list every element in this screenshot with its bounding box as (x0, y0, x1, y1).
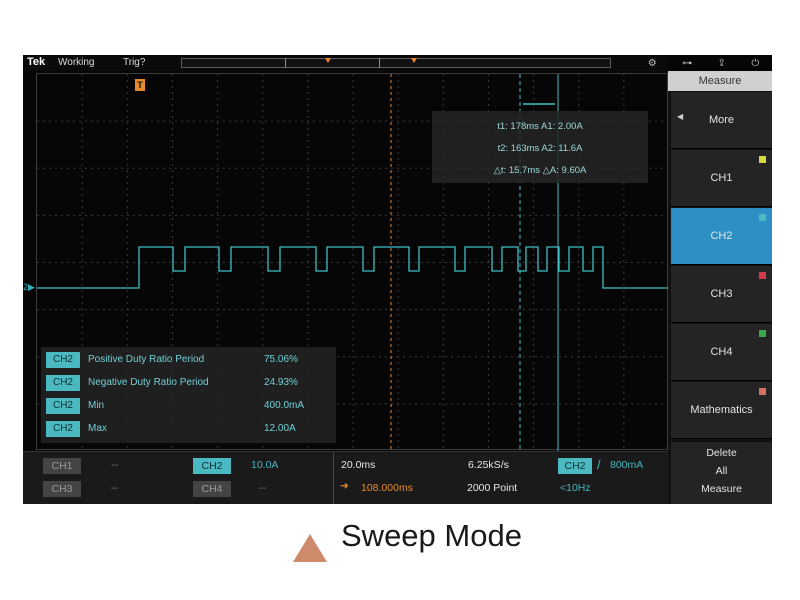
trigger-frequency: <10Hz (560, 482, 591, 494)
brand-logo: Tek (27, 56, 46, 68)
sample-rate: 6.25kS/s (468, 459, 509, 471)
memory-trigger-marker (325, 58, 331, 63)
record-length[interactable]: 2000 Point (467, 482, 517, 494)
ch3-scale: -- (111, 482, 118, 494)
softkey-label: Mathematics (690, 404, 753, 416)
delete-all-measure-button[interactable]: Delete All Measure (671, 442, 772, 504)
measurement-value: 12.00A (264, 423, 296, 434)
measurement-value: 75.06% (264, 354, 298, 365)
acquisition-status: Working (58, 57, 95, 68)
cursor-readout-line2: t2: 163ms A2: 11.6A (497, 143, 583, 154)
trigger-slope-icon: / (597, 457, 601, 472)
horizontal-position-icon: ➜ (340, 480, 349, 492)
ch3-badge[interactable]: CH3 (43, 481, 81, 497)
trigger-position-marker[interactable]: T (135, 79, 145, 91)
measurement-value: 400.0mA (264, 400, 305, 411)
measurement-name: Max (88, 423, 107, 434)
usb-icon[interactable]: ⇪ (718, 58, 726, 69)
ch1-color-indicator (759, 156, 766, 163)
softkey-label: CH3 (710, 288, 733, 300)
trigger-level[interactable]: 800mA (610, 459, 643, 471)
cursor-readout: t1: 178ms A1: 2.00A t2: 163ms A2: 11.6A … (432, 111, 648, 183)
ch2-scale: 10.0A (251, 459, 279, 471)
ch4-scale: -- (259, 482, 266, 494)
delete-label-line2: All (715, 465, 728, 477)
softkey-ch2[interactable]: CH2 (671, 208, 772, 265)
gear-icon[interactable]: ⚙ (648, 58, 657, 69)
cursor-readout-line3: △t: 15.7ms △A: 9.60A (493, 165, 587, 176)
triangle-icon (293, 534, 327, 562)
ch4-color-indicator (759, 330, 766, 337)
delete-label-line3: Measure (701, 483, 742, 495)
menu-title: Measure (668, 71, 772, 91)
ch3-color-indicator (759, 272, 766, 279)
channel-badge: CH2 (46, 421, 80, 437)
bottom-status-bar: CH1 -- CH2 10.0A CH3 -- CH4 -- 20.0ms 6.… (23, 451, 668, 504)
math-color-indicator (759, 388, 766, 395)
cursor-readout-line1: t1: 178ms A1: 2.00A (497, 121, 583, 132)
memory-view-window[interactable] (285, 58, 380, 68)
measurement-name: Min (88, 400, 105, 411)
softkey-label: More (708, 114, 735, 126)
trigger-status: Trig? (123, 57, 146, 68)
ch2-color-indicator (759, 214, 766, 221)
ch2-badge[interactable]: CH2 (193, 458, 231, 474)
top-status-bar: Tek Working Trig? (23, 55, 668, 71)
measurement-row[interactable]: CH2 Negative Duty Ratio Period 24.93% (46, 374, 331, 392)
timebase-scale[interactable]: 20.0ms (341, 459, 375, 471)
measurement-row[interactable]: CH2 Max 12.00A (46, 420, 331, 438)
softkey-label: CH4 (710, 346, 733, 358)
softkey-ch4[interactable]: CH4 (671, 324, 772, 381)
channel-badge: CH2 (46, 352, 80, 368)
caption-text: Sweep Mode (341, 518, 522, 553)
delete-label-line1: Delete (706, 447, 737, 459)
softkey-mathematics[interactable]: Mathematics (671, 382, 772, 439)
trigger-source-badge[interactable]: CH2 (558, 458, 592, 474)
ch2-ground-marker[interactable]: 2▶ (23, 282, 35, 293)
softkey-ch3[interactable]: CH3 (671, 266, 772, 323)
measurement-row[interactable]: CH2 Positive Duty Ratio Period 75.06% (46, 351, 331, 369)
measurement-table: CH2 Positive Duty Ratio Period 75.06% CH… (41, 347, 336, 443)
channel-badge: CH2 (46, 375, 80, 391)
softkey-label: CH2 (710, 230, 733, 242)
ch1-badge[interactable]: CH1 (43, 458, 81, 474)
channel-badge: CH2 (46, 398, 80, 414)
ch1-scale: -- (111, 459, 118, 471)
oscilloscope-screen: Tek Working Trig? ⚙ ⊶ ⇪ ⏻ T 2▶ t1: 178ms… (23, 55, 772, 504)
measurement-name: Negative Duty Ratio Period (88, 377, 209, 388)
horizontal-position[interactable]: 108.000ms (361, 482, 413, 494)
measurement-value: 24.93% (264, 377, 298, 388)
memory-position-marker (411, 58, 417, 63)
measurement-row[interactable]: CH2 Min 400.0mA (46, 397, 331, 415)
power-icon[interactable]: ⏻ (751, 58, 759, 69)
top-icons: ⚙ ⊶ ⇪ ⏻ (635, 55, 772, 71)
softkey-more[interactable]: ◀ More (671, 92, 772, 149)
softkey-label: CH1 (710, 172, 733, 184)
measurement-name: Positive Duty Ratio Period (88, 354, 205, 365)
softkey-ch1[interactable]: CH1 (671, 150, 772, 207)
memory-overview-bar[interactable] (181, 58, 611, 68)
network-icon[interactable]: ⊶ (682, 58, 692, 69)
ch4-badge[interactable]: CH4 (193, 481, 231, 497)
status-divider (333, 452, 334, 504)
